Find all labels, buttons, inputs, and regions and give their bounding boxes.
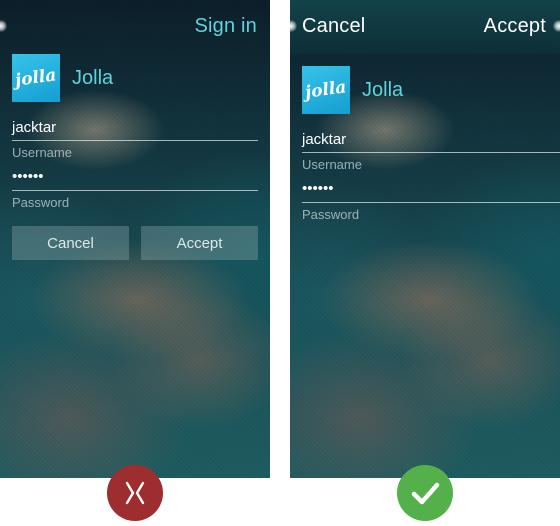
phone-screen-incorrect: Sign in jolla Jolla jacktar Username •••… — [0, 0, 270, 478]
password-field[interactable]: •••••• — [302, 180, 334, 197]
account-name: Jolla — [72, 67, 114, 89]
incorrect-verdict-badge — [107, 465, 163, 521]
password-label: Password — [12, 195, 70, 210]
correct-verdict-badge — [397, 465, 453, 521]
cancel-button[interactable]: Cancel — [12, 226, 129, 260]
username-underline — [12, 140, 258, 141]
username-label: Username — [12, 145, 72, 160]
dialog-accept-button[interactable]: Accept — [484, 15, 546, 38]
password-underline — [302, 202, 560, 203]
jolla-logo-icon: jolla — [302, 66, 350, 114]
dialog-cancel-button[interactable]: Cancel — [302, 15, 365, 38]
dialog-indicator-right-icon — [553, 20, 560, 32]
dialog-header: Cancel Accept — [290, 0, 560, 54]
username-underline — [302, 152, 560, 153]
page-header: Sign in — [0, 0, 270, 54]
account-name: Jolla — [362, 79, 404, 101]
checkmark-icon — [411, 482, 440, 505]
cross-icon — [125, 481, 145, 505]
accept-button[interactable]: Accept — [141, 226, 258, 260]
username-field[interactable]: jacktar — [302, 131, 346, 148]
password-underline — [12, 190, 258, 191]
comparison-stage: Sign in jolla Jolla jacktar Username •••… — [0, 0, 560, 526]
password-label: Password — [302, 207, 360, 222]
dialog-indicator-left-icon — [290, 20, 297, 32]
phone-screen-correct: Cancel Accept jolla Jolla jacktar Userna… — [290, 0, 560, 478]
sign-in-pulley-item[interactable]: Sign in — [194, 15, 257, 38]
jolla-logo-icon: jolla — [12, 54, 60, 102]
username-label: Username — [302, 157, 362, 172]
pulley-indicator-icon — [0, 20, 7, 32]
username-field[interactable]: jacktar — [12, 119, 56, 136]
password-field[interactable]: •••••• — [12, 168, 44, 185]
